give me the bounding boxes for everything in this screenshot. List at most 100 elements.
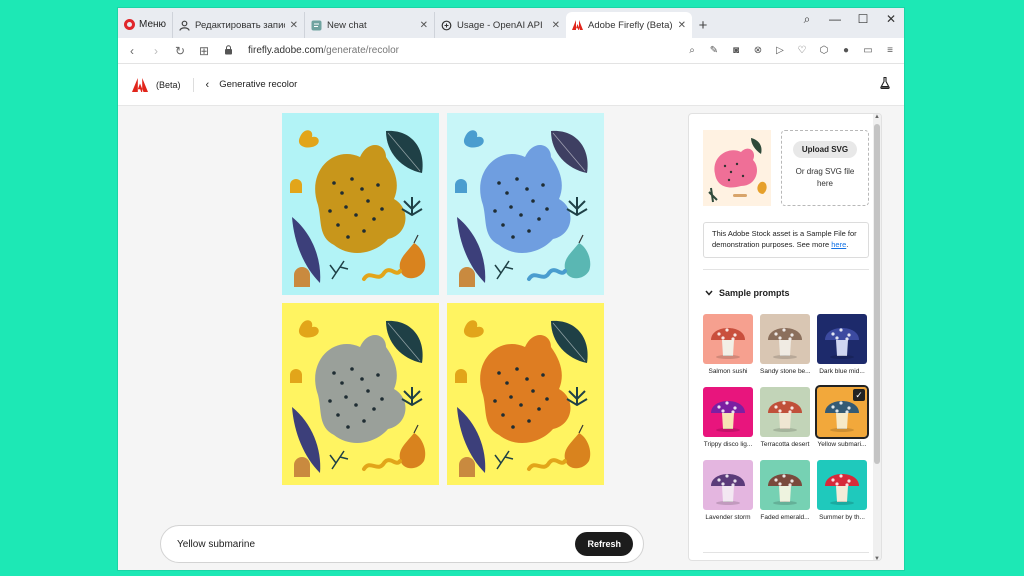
cat-spot xyxy=(511,235,515,239)
prompt-input[interactable]: Yellow submarine xyxy=(177,539,255,550)
result-tile-3[interactable] xyxy=(282,303,439,485)
mushroom-dot xyxy=(774,405,778,409)
cat-illustration xyxy=(282,303,439,485)
sample-prompt-label: Sandy stone be... xyxy=(760,368,810,375)
cat-spot xyxy=(336,413,340,417)
url-field[interactable]: firefly.adobe.com/generate/recolor xyxy=(248,45,399,56)
sample-prompt-swatch[interactable] xyxy=(760,387,810,437)
sample-prompt-swatch[interactable] xyxy=(703,314,753,364)
sample-prompt-item[interactable]: Faded emerald... xyxy=(760,460,810,521)
reload-icon[interactable]: ↻ xyxy=(174,44,186,58)
opera-menu-button[interactable]: Меню xyxy=(118,10,172,38)
chevron-down-icon xyxy=(705,290,713,296)
tab-close-icon[interactable]: ✕ xyxy=(678,20,686,31)
sample-prompt-item[interactable]: Trippy disco lig... xyxy=(703,387,753,448)
search-tabs-icon[interactable]: ⌕ xyxy=(800,12,814,27)
sample-prompts-header[interactable]: Sample prompts xyxy=(705,288,790,298)
cat-spot xyxy=(366,389,370,393)
back-chevron-icon[interactable]: ‹ xyxy=(206,79,210,91)
tab-adobe-firefly[interactable]: Adobe Firefly (Beta) ✕ xyxy=(566,12,693,38)
cat-spot xyxy=(362,419,366,423)
result-tile-2[interactable] xyxy=(447,113,604,295)
scroll-up-icon[interactable]: ▲ xyxy=(873,114,881,120)
upload-svg-button[interactable]: Upload SVG xyxy=(792,141,858,158)
close-window-icon[interactable]: ✕ xyxy=(884,12,898,27)
mushroom-dot xyxy=(839,401,843,405)
mushroom-shadow xyxy=(716,355,740,359)
back-icon[interactable]: ‹ xyxy=(126,44,138,58)
mushroom-dot xyxy=(831,478,835,482)
minimize-icon[interactable]: — xyxy=(828,12,842,27)
maximize-icon[interactable]: ☐ xyxy=(856,12,870,27)
cat-spot xyxy=(537,217,541,221)
sample-prompt-swatch[interactable] xyxy=(817,314,867,364)
sample-prompt-swatch[interactable]: ✓ xyxy=(815,385,869,439)
cat-spot xyxy=(328,209,332,213)
result-tile-1[interactable] xyxy=(282,113,439,295)
mushroom-dot xyxy=(839,328,843,332)
tab-close-icon[interactable]: ✕ xyxy=(290,20,298,31)
cat-spot xyxy=(328,399,332,403)
person-icon xyxy=(179,20,190,31)
arch-shape xyxy=(455,179,467,193)
mushroom-shadow xyxy=(773,428,797,432)
scroll-down-icon[interactable]: ▼ xyxy=(873,556,881,560)
sample-prompt-swatch[interactable] xyxy=(760,460,810,510)
lens-icon[interactable]: ⌕ xyxy=(686,45,698,56)
tab-close-icon[interactable]: ✕ xyxy=(420,20,428,31)
mushroom-dot xyxy=(839,474,843,478)
upload-hint: Or drag SVG file here xyxy=(795,167,855,188)
mushroom-dot xyxy=(790,406,794,410)
refresh-button[interactable]: Refresh xyxy=(575,532,633,556)
settings-icon[interactable]: ≡ xyxy=(884,45,896,56)
tab-edit-post[interactable]: Редактировать запись "Ма ✕ xyxy=(172,12,304,38)
arch-shape xyxy=(459,457,475,477)
heart-icon[interactable]: ♡ xyxy=(796,45,808,56)
cat-spot xyxy=(527,229,531,233)
sample-prompt-item[interactable]: Dark blue mid... xyxy=(817,314,867,375)
cat-spot xyxy=(354,403,358,407)
panel-scrollbar[interactable]: ▲ ▼ xyxy=(873,114,881,560)
tab-new-chat[interactable]: New chat ✕ xyxy=(304,12,434,38)
sample-prompt-swatch[interactable] xyxy=(703,387,753,437)
sample-prompt-swatch[interactable] xyxy=(760,314,810,364)
camera-icon[interactable]: ◙ xyxy=(730,45,742,56)
sample-prompt-item[interactable]: Summer by th... xyxy=(817,460,867,521)
sample-prompt-item[interactable]: Terracotta desert xyxy=(760,387,810,448)
sample-prompt-item[interactable]: Salmon sushi xyxy=(703,314,753,375)
reference-thumbnail[interactable] xyxy=(703,130,771,206)
page-title: Generative recolor xyxy=(219,79,298,90)
adblock-icon[interactable]: ⊗ xyxy=(752,45,764,56)
tabs-grid-icon[interactable]: ⊞ xyxy=(198,44,210,58)
mushroom-shadow xyxy=(773,501,797,505)
new-tab-button[interactable]: + xyxy=(692,12,714,38)
adobe-logo-icon[interactable] xyxy=(132,77,148,92)
cat-illustration xyxy=(447,303,604,485)
upload-dropzone[interactable]: Upload SVG Or drag SVG file here xyxy=(781,130,869,206)
forward-icon[interactable]: › xyxy=(150,44,162,58)
browser-window: Меню Редактировать запись "Ма ✕ New chat… xyxy=(118,8,904,570)
scroll-thumb[interactable] xyxy=(874,124,880,464)
mushroom-stem xyxy=(836,486,848,502)
tab-close-icon[interactable]: ✕ xyxy=(552,20,560,31)
battery-icon[interactable]: ▭ xyxy=(862,45,874,56)
sample-prompt-item[interactable]: Sandy stone be... xyxy=(760,314,810,375)
edit-icon[interactable]: ✎ xyxy=(708,45,720,56)
cat-spot xyxy=(505,191,509,195)
sample-prompt-item[interactable]: Lavender storm xyxy=(703,460,753,521)
sample-prompt-swatch[interactable] xyxy=(817,460,867,510)
sample-prompt-label: Summer by th... xyxy=(819,514,865,521)
send-icon[interactable]: ▷ xyxy=(774,45,786,56)
sample-prompt-swatch[interactable] xyxy=(703,460,753,510)
cat-spot xyxy=(511,425,515,429)
mushroom-dot xyxy=(733,479,737,483)
flask-icon[interactable] xyxy=(880,76,890,92)
tab-openai-usage[interactable]: Usage - OpenAI API ✕ xyxy=(434,12,566,38)
sample-prompt-item[interactable]: ✓ Yellow submari... xyxy=(815,385,869,448)
cat-spot xyxy=(340,381,344,385)
cube-icon[interactable]: ⬡ xyxy=(818,45,830,56)
profile-icon[interactable]: ● xyxy=(840,45,852,56)
menu-label: Меню xyxy=(139,18,167,30)
notice-link[interactable]: here xyxy=(831,240,846,249)
result-tile-4[interactable] xyxy=(447,303,604,485)
